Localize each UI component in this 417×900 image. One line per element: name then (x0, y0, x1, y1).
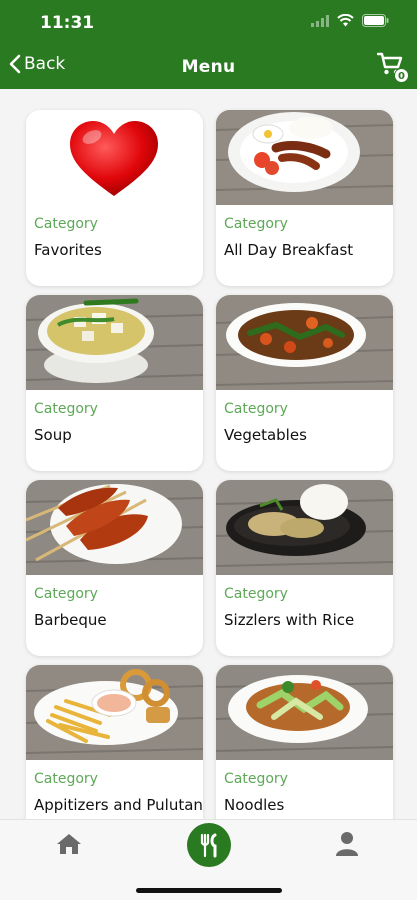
battery-icon (362, 14, 389, 27)
page-title: Menu (181, 57, 236, 77)
user-icon (336, 832, 358, 856)
category-card-favorites[interactable]: Category Favorites (26, 110, 203, 286)
soup-bowl-image (26, 295, 203, 390)
card-caption: Category (224, 586, 288, 602)
bbq-skewers-image (26, 480, 203, 575)
nav-bar: Back Menu 0 (0, 44, 417, 89)
status-time: 11:31 (40, 13, 95, 33)
status-icons (311, 14, 389, 27)
category-card-vegetables[interactable]: Category Vegetables (216, 295, 393, 471)
card-title: All Day Breakfast (224, 241, 354, 259)
card-title: Vegetables (224, 426, 307, 444)
heart-image (26, 110, 203, 205)
wifi-icon (337, 14, 354, 27)
vegetable-dish-image (216, 295, 393, 390)
card-title: Noodles (224, 796, 285, 814)
card-caption: Category (224, 401, 288, 417)
card-caption: Category (34, 586, 98, 602)
breakfast-plate-image (216, 110, 393, 205)
card-title: Soup (34, 426, 72, 444)
category-grid: Category Favorites Category All Day Brea… (0, 89, 417, 819)
card-caption: Category (224, 216, 288, 232)
card-caption: Category (34, 216, 98, 232)
card-title: Barbeque (34, 611, 107, 629)
category-card-barbeque[interactable]: Category Barbeque (26, 480, 203, 656)
category-card-sizzlers-with-rice[interactable]: Category Sizzlers with Rice (216, 480, 393, 656)
nav-profile-button[interactable] (336, 831, 358, 857)
noodle-plate-image (216, 665, 393, 760)
cart-count-badge: 0 (394, 68, 409, 83)
cart-button[interactable]: 0 (376, 52, 409, 83)
category-card-appitizers-and-pulutan[interactable]: Category Appitizers and Pulutan (26, 665, 203, 819)
home-indicator (136, 888, 282, 893)
card-caption: Category (224, 771, 288, 787)
card-title: Sizzlers with Rice (224, 611, 355, 629)
app-header: 11:31 Back Menu 0 (0, 0, 417, 89)
utensils-icon (200, 833, 217, 858)
nav-home-button[interactable] (56, 832, 82, 856)
category-card-soup[interactable]: Category Soup (26, 295, 203, 471)
home-icon (57, 834, 81, 854)
card-title: Favorites (34, 241, 102, 259)
card-title: Appitizers and Pulutan (34, 796, 203, 814)
category-card-noodles[interactable]: Category Noodles (216, 665, 393, 819)
sizzler-plate-image (216, 480, 393, 575)
category-card-all-day-breakfast[interactable]: Category All Day Breakfast (216, 110, 393, 286)
status-bar: 11:31 (0, 0, 417, 44)
fries-platter-image (26, 665, 203, 760)
card-caption: Category (34, 401, 98, 417)
signal-icon (311, 14, 329, 27)
nav-menu-button[interactable] (187, 823, 231, 867)
card-caption: Category (34, 771, 98, 787)
